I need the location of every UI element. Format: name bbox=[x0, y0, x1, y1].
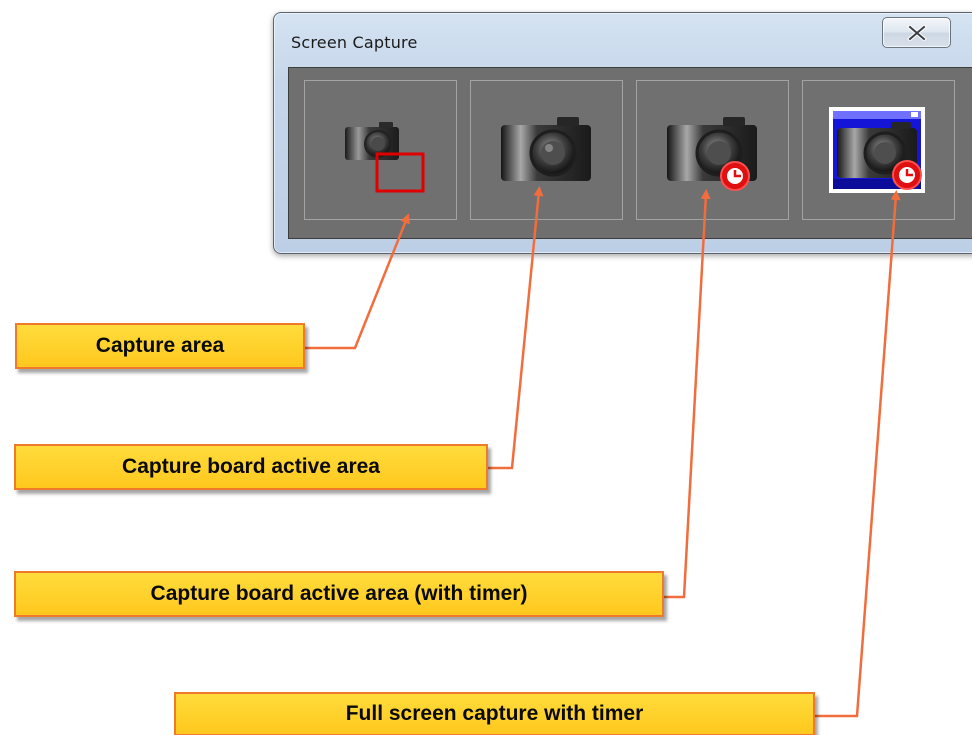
arrow-board-active-area bbox=[488, 186, 544, 470]
annotated-screenshot: Screen Capture Capture area Capture boar… bbox=[0, 0, 972, 735]
callout-full-screen-timer: Full screen capture with timer bbox=[174, 692, 815, 735]
callout-capture-area: Capture area bbox=[15, 323, 305, 369]
arrow-board-active-area-timer bbox=[664, 189, 711, 599]
arrow-full-screen-timer bbox=[815, 190, 901, 718]
callout-board-active-area: Capture board active area bbox=[14, 444, 488, 490]
arrow-capture-area bbox=[305, 213, 410, 350]
callout-board-active-area-timer: Capture board active area (with timer) bbox=[14, 571, 664, 617]
